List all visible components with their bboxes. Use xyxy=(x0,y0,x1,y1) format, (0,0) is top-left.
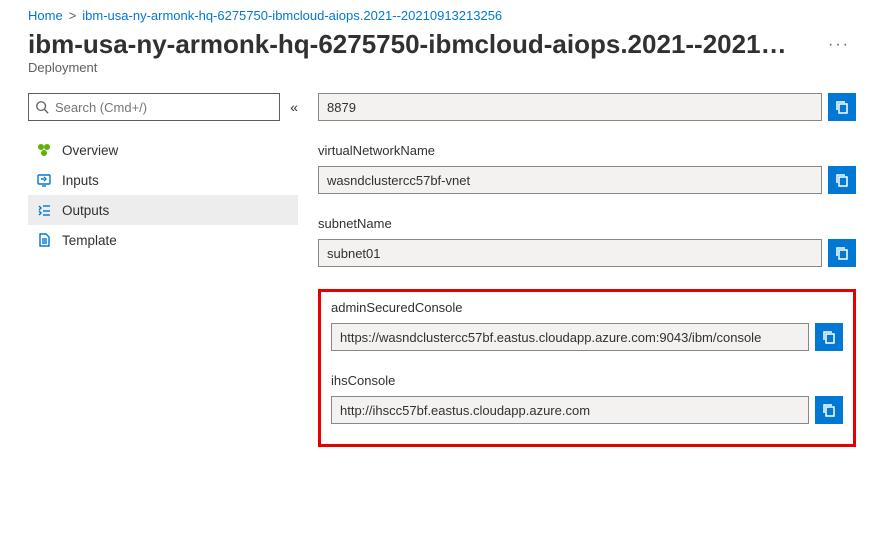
outputs-panel: virtualNetworkName subnetName adminSecur… xyxy=(318,93,856,447)
inputs-icon xyxy=(36,172,52,188)
highlighted-outputs: adminSecuredConsole ihsConsole xyxy=(318,289,856,447)
output-value-adminsecuredconsole[interactable] xyxy=(331,323,809,351)
sidebar: « Overview Inputs Outputs Template xyxy=(28,93,298,447)
copy-button[interactable] xyxy=(815,396,843,424)
output-value[interactable] xyxy=(318,93,822,121)
output-group xyxy=(318,93,856,121)
template-icon xyxy=(36,232,52,248)
sidebar-item-inputs[interactable]: Inputs xyxy=(28,165,298,195)
sidebar-item-outputs[interactable]: Outputs xyxy=(28,195,298,225)
copy-icon xyxy=(834,99,850,115)
breadcrumb: Home > ibm-usa-ny-armonk-hq-6275750-ibmc… xyxy=(28,8,856,23)
sidebar-item-template[interactable]: Template xyxy=(28,225,298,255)
sidebar-item-label: Inputs xyxy=(62,173,99,188)
breadcrumb-home[interactable]: Home xyxy=(28,8,63,23)
sidebar-item-overview[interactable]: Overview xyxy=(28,135,298,165)
output-value-ihsconsole[interactable] xyxy=(331,396,809,424)
collapse-sidebar-button[interactable]: « xyxy=(290,99,298,115)
output-group: adminSecuredConsole xyxy=(331,300,843,351)
output-label: virtualNetworkName xyxy=(318,143,856,158)
more-actions-button[interactable]: ··· xyxy=(822,32,856,58)
copy-button[interactable] xyxy=(828,166,856,194)
sidebar-item-label: Outputs xyxy=(62,203,109,218)
page-subtitle: Deployment xyxy=(28,60,856,75)
output-group: subnetName xyxy=(318,216,856,267)
outputs-icon xyxy=(36,202,52,218)
search-input[interactable] xyxy=(55,100,273,115)
output-value[interactable] xyxy=(318,239,822,267)
copy-button[interactable] xyxy=(828,239,856,267)
page-title: ibm-usa-ny-armonk-hq-6275750-ibmcloud-ai… xyxy=(28,29,788,60)
copy-icon xyxy=(821,329,837,345)
sidebar-item-label: Overview xyxy=(62,143,118,158)
output-label: adminSecuredConsole xyxy=(331,300,843,315)
copy-button[interactable] xyxy=(828,93,856,121)
output-group: ihsConsole xyxy=(331,373,843,424)
output-group: virtualNetworkName xyxy=(318,143,856,194)
sidebar-item-label: Template xyxy=(62,233,117,248)
search-icon xyxy=(35,100,49,114)
breadcrumb-separator: > xyxy=(69,8,77,23)
copy-icon xyxy=(821,402,837,418)
copy-button[interactable] xyxy=(815,323,843,351)
copy-icon xyxy=(834,172,850,188)
output-value[interactable] xyxy=(318,166,822,194)
output-label: ihsConsole xyxy=(331,373,843,388)
copy-icon xyxy=(834,245,850,261)
output-label: subnetName xyxy=(318,216,856,231)
sidebar-search[interactable] xyxy=(28,93,280,121)
overview-icon xyxy=(36,142,52,158)
breadcrumb-current[interactable]: ibm-usa-ny-armonk-hq-6275750-ibmcloud-ai… xyxy=(82,8,502,23)
